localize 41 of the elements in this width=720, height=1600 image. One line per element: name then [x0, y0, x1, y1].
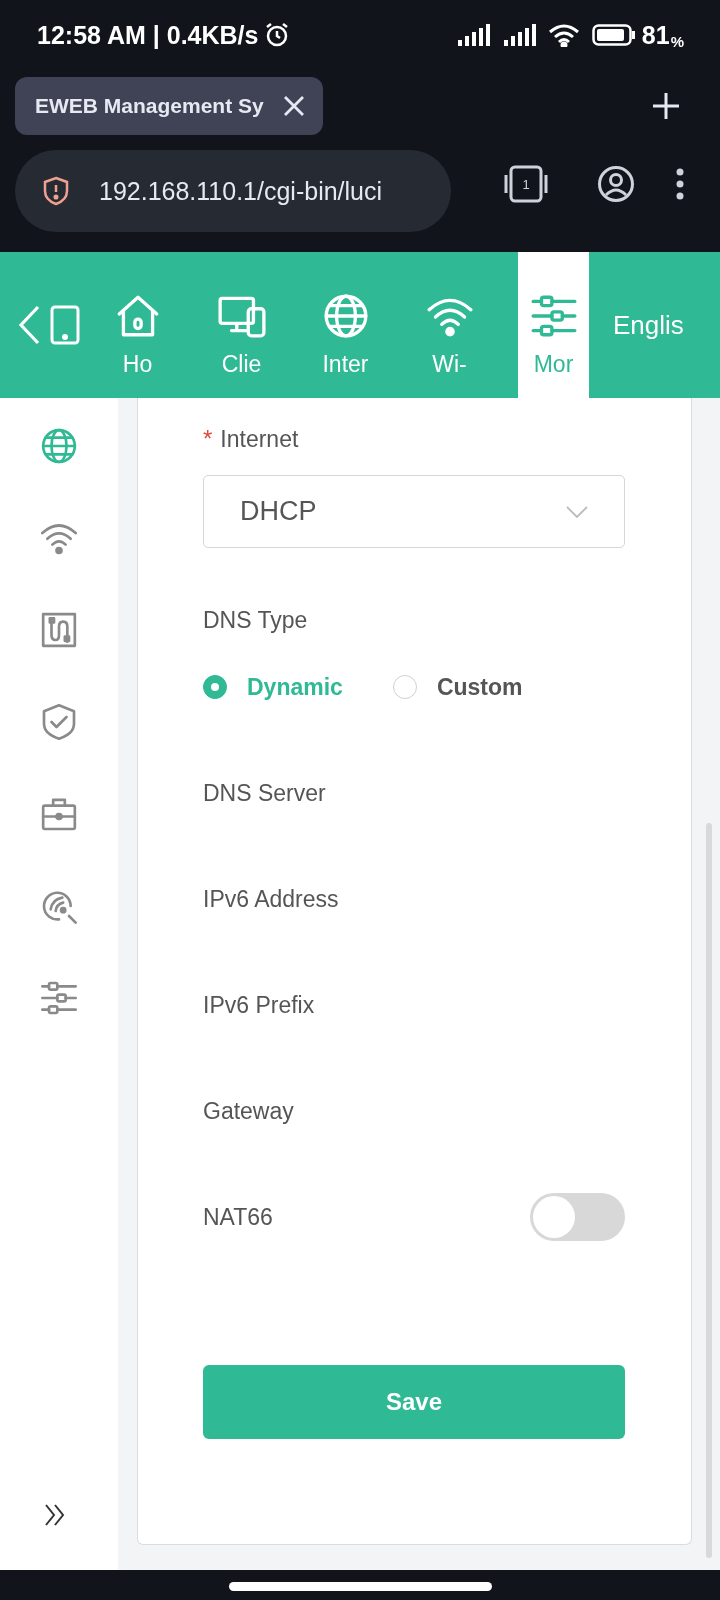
- back-icon[interactable]: [18, 305, 40, 345]
- radio-option[interactable]: Custom: [392, 673, 523, 701]
- shield-alert-icon: [43, 176, 69, 206]
- field-label: IPv6 Prefix: [203, 991, 315, 1019]
- expand-icon[interactable]: [44, 1503, 66, 1527]
- field-label: DNS Server: [203, 779, 326, 807]
- radio-option[interactable]: Dynamic: [203, 673, 343, 701]
- more-options-icon[interactable]: [675, 166, 685, 201]
- nav-tab[interactable]: Clie: [206, 252, 277, 398]
- nav-tab[interactable]: Mor: [518, 252, 589, 398]
- wifi-icon: [547, 23, 580, 47]
- nav-tab[interactable]: Wi-: [414, 252, 485, 398]
- battery-unit: %: [670, 33, 684, 50]
- required-mark: *: [203, 424, 213, 454]
- battery-level: 81: [641, 20, 670, 50]
- field-label: DNS Type: [203, 606, 308, 635]
- profile-icon[interactable]: [597, 164, 635, 203]
- plus-icon[interactable]: [652, 92, 680, 120]
- phone-icon: [50, 305, 80, 345]
- nav-tab[interactable]: Ho: [102, 252, 173, 398]
- address-bar[interactable]: 192.168.110.1/cgi-bin/luci: [15, 150, 451, 232]
- port-icon[interactable]: [39, 610, 79, 650]
- close-icon[interactable]: [283, 95, 305, 117]
- internet-type-dropdown[interactable]: DHCP: [203, 475, 625, 548]
- browser-tab[interactable]: EWEB Management Sy: [15, 77, 323, 135]
- signal-icon: [503, 24, 536, 46]
- scroll-bar[interactable]: [706, 823, 712, 1558]
- toggle-switch[interactable]: [530, 1193, 625, 1241]
- save-button[interactable]: Save: [203, 1365, 625, 1439]
- battery-icon: [591, 24, 636, 46]
- field-label: Gateway: [203, 1097, 294, 1125]
- chevron-down-icon: [566, 505, 588, 518]
- nav-tab[interactable]: Inter: [310, 252, 381, 398]
- globe-icon[interactable]: [39, 426, 79, 466]
- status-time: 12:58 AM | 0.4KB/s: [37, 20, 259, 50]
- field-label: IPv6 Address: [203, 885, 339, 913]
- home-indicator[interactable]: [228, 1581, 492, 1591]
- field-label: Internet: [220, 425, 299, 454]
- language-selector[interactable]: Englis: [589, 252, 684, 398]
- signal-icon: [457, 24, 490, 46]
- field-label: NAT66: [203, 1203, 273, 1231]
